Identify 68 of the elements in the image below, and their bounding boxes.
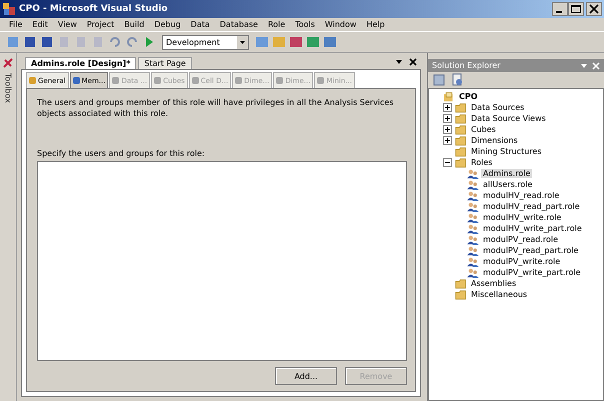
tree-item[interactable]: Assemblies [469,279,518,288]
maximize-button[interactable] [568,2,584,16]
tree-item[interactable]: CPO [457,92,480,101]
tree-item[interactable]: allUsers.role [481,180,534,189]
tree-item[interactable]: modulPV_write.role [481,257,562,266]
menu-item[interactable]: Role [262,20,290,29]
users-icon [467,168,479,178]
tree-item[interactable]: modulHV_read.role [481,191,562,200]
expander-icon[interactable] [443,103,452,112]
tree-item[interactable]: modulHV_write_part.role [481,224,584,233]
users-icon [467,224,479,234]
dropdown-icon[interactable] [237,36,248,48]
toolbox-tab[interactable]: Toolbox [4,73,12,103]
tree-item[interactable]: Roles [469,158,494,167]
pin-icon[interactable] [580,62,588,70]
tree-item[interactable]: modulHV_write.role [481,213,564,222]
menu-item[interactable]: Database [214,20,263,29]
dialog-button[interactable]: Add... [275,367,337,385]
tree-item[interactable]: Cubes [469,125,498,134]
panel-title: Solution Explorer [432,61,500,70]
toolbox-icon[interactable] [2,57,14,69]
tree-item[interactable]: Data Source Views [469,114,548,123]
dropdown-icon[interactable] [395,58,403,66]
expander-icon[interactable] [443,114,452,123]
show-files-icon[interactable] [450,73,464,87]
menu-item[interactable]: Edit [27,20,53,29]
project-icon [443,92,455,102]
users-icon [467,212,479,222]
users-icon [467,268,479,278]
members-label: Specify the users and groups for this role: [37,149,206,158]
menu-item[interactable]: Project [82,20,120,29]
undo-icon[interactable] [108,35,122,49]
tree-item[interactable]: Data Sources [469,103,526,112]
description-text: The users and groups member of this role will have privileges in all the Analysis Services objects associated with this role. [37,97,395,119]
menu-item[interactable]: Help [361,20,390,29]
tree-item[interactable]: modulPV_read_part.role [481,246,580,255]
menu-item[interactable]: File [4,20,28,29]
menu-item[interactable]: Tools [290,20,320,29]
window-title: CPO - Microsoft Visual Studio [19,4,168,14]
tree-item[interactable]: Dimensions [469,136,520,145]
users-icon [467,190,479,200]
users-icon [467,246,479,256]
document-tab[interactable]: Admins.role [Design]* [25,57,136,69]
redo-icon[interactable] [125,35,139,49]
menu-item[interactable]: Debug [149,20,186,29]
users-icon [467,180,479,190]
tree-item[interactable]: modulHV_read_part.role [481,202,582,211]
app-icon [2,2,16,16]
menu-item[interactable]: View [52,20,82,29]
tree-item[interactable]: Mining Structures [469,147,544,156]
configuration-dropdown[interactable]: Development [162,34,249,50]
tree-item[interactable]: modulPV_write_part.role [481,268,583,277]
close-icon[interactable] [409,58,417,66]
close-button[interactable] [586,2,602,16]
menu-item[interactable]: Data [186,20,215,29]
users-icon [467,202,479,212]
menu-item[interactable]: Window [320,20,362,29]
menu-item[interactable]: Build [119,20,150,29]
expander-icon[interactable] [443,125,452,134]
users-icon [467,256,479,266]
expander-icon[interactable] [443,158,452,167]
tree-item[interactable]: Admins.role [481,169,532,178]
tree-item[interactable]: Miscellaneous [469,290,530,299]
users-icon [467,234,479,244]
document-tab[interactable]: Start Page [138,57,192,69]
expander-icon[interactable] [443,136,452,145]
minimize-button[interactable] [552,2,568,16]
tree-item[interactable]: modulPV_read.role [481,235,560,244]
